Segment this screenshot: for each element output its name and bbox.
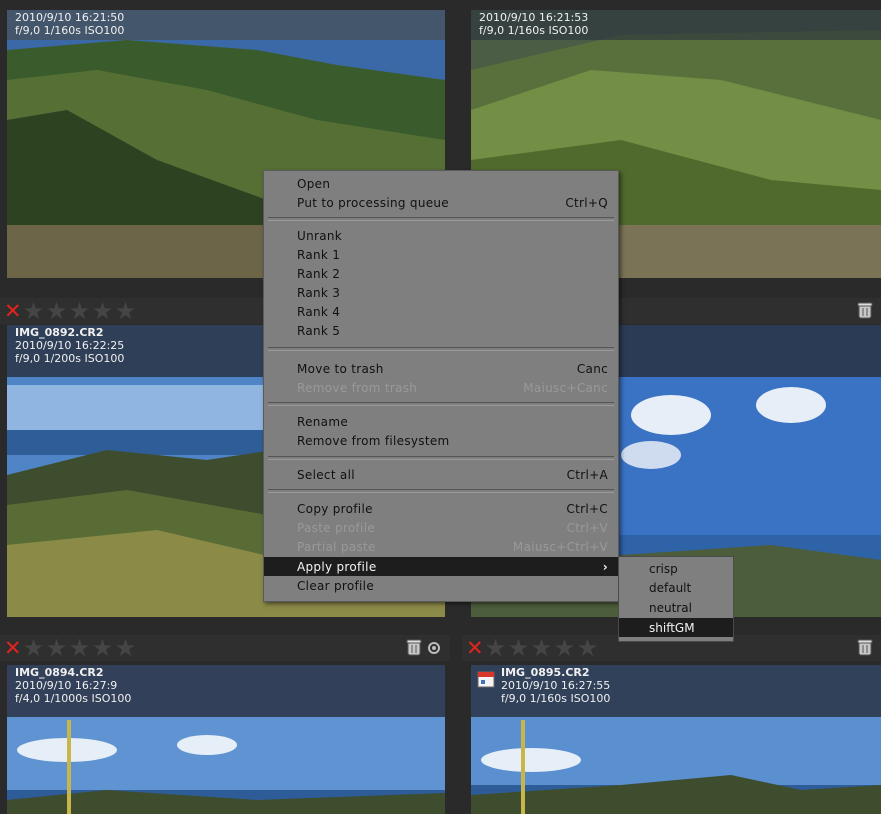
menu-separator [268, 456, 614, 460]
trash-icon[interactable] [857, 639, 873, 656]
star-icon[interactable]: ★ [91, 299, 114, 323]
rank-bar: ✕ ★ ★ ★ ★ ★ [0, 635, 450, 661]
apply-profile-submenu: crisp default neutral shiftGM [618, 556, 734, 642]
processing-gear-icon [428, 642, 440, 654]
submenu-arrow-icon: › [602, 559, 608, 574]
menu-separator [268, 402, 614, 406]
thumbnail-date: 2010/9/10 16:27:9 [15, 679, 118, 692]
thumbnail-filename: IMG_0894.CR2 [15, 666, 104, 679]
star-icon[interactable]: ★ [114, 636, 137, 660]
menu-item-rank-4[interactable]: Rank 4 [264, 302, 618, 321]
thumbnail-info: 2010/9/10 16:21:53 f/9,0 1/160s ISO100 [471, 10, 881, 40]
thumbnail-exif: f/4,0 1/1000s ISO100 [15, 692, 132, 705]
thumbnail-exif: f/9,0 1/160s ISO100 [479, 24, 589, 37]
thumbnail-6[interactable]: IMG_0895.CR2 2010/9/10 16:27:55 f/9,0 1/… [471, 665, 881, 814]
unrank-icon[interactable]: ✕ [466, 638, 484, 659]
star-icon[interactable]: ★ [22, 636, 45, 660]
menu-item-copy-profile[interactable]: Copy profile Ctrl+C [264, 499, 618, 518]
submenu-item-crisp[interactable]: crisp [619, 559, 733, 578]
star-icon[interactable]: ★ [114, 299, 137, 323]
menu-item-move-to-trash[interactable]: Move to trash Canc [264, 359, 618, 378]
menu-item-open[interactable]: Open [264, 174, 618, 193]
star-icon[interactable]: ★ [22, 299, 45, 323]
menu-item-apply-profile[interactable]: Apply profile › [264, 557, 618, 576]
thumbnail-info: IMG_0894.CR2 2010/9/10 16:27:9 f/4,0 1/1… [7, 665, 445, 717]
thumbnail-info: 2010/9/10 16:21:50 f/9,0 1/160s ISO100 [7, 10, 445, 40]
menu-item-paste-profile: Paste profile Ctrl+V [297, 520, 608, 535]
star-icon[interactable]: ★ [45, 299, 68, 323]
menu-item-unrank[interactable]: Unrank [264, 226, 618, 245]
menu-separator [268, 489, 614, 493]
thumbnail-exif: f/9,0 1/160s ISO100 [501, 692, 611, 705]
menu-item-rank-2[interactable]: Rank 2 [264, 264, 618, 283]
menu-separator [268, 217, 614, 221]
unrank-icon[interactable]: ✕ [4, 301, 22, 322]
menu-item-select-all[interactable]: Select all Ctrl+A [264, 465, 618, 484]
submenu-item-shiftgm[interactable]: shiftGM [619, 618, 733, 637]
star-icon[interactable]: ★ [91, 636, 114, 660]
menu-item-partial-paste: Partial paste Maiusc+Ctrl+V [297, 539, 608, 554]
menu-item-rank-5[interactable]: Rank 5 [264, 321, 618, 340]
menu-item-processing-queue[interactable]: Put to processing queue Ctrl+Q [264, 193, 618, 212]
star-icon[interactable]: ★ [68, 636, 91, 660]
star-icon[interactable]: ★ [68, 299, 91, 323]
thumbnail-filename: IMG_0895.CR2 [501, 666, 590, 679]
star-icon[interactable]: ★ [507, 636, 530, 660]
menu-item-rename[interactable]: Rename [264, 412, 618, 431]
star-icon[interactable]: ★ [530, 636, 553, 660]
submenu-item-neutral[interactable]: neutral [619, 598, 733, 617]
menu-item-rank-1[interactable]: Rank 1 [264, 245, 618, 264]
context-menu: Open Put to processing queue Ctrl+Q Unran… [263, 170, 619, 602]
menu-item-remove-from-filesystem[interactable]: Remove from filesystem [264, 431, 618, 450]
trash-icon[interactable] [857, 302, 873, 319]
menu-item-clear-profile[interactable]: Clear profile [264, 576, 618, 595]
star-icon[interactable]: ★ [576, 636, 599, 660]
thumbnail-5[interactable]: IMG_0894.CR2 2010/9/10 16:27:9 f/4,0 1/1… [7, 665, 445, 814]
thumbnail-info: IMG_0895.CR2 2010/9/10 16:27:55 f/9,0 1/… [471, 665, 881, 717]
submenu-item-default[interactable]: default [619, 578, 733, 597]
star-icon[interactable]: ★ [484, 636, 507, 660]
calendar-icon [477, 671, 495, 688]
menu-item-remove-from-trash: Remove from trash Maiusc+Canc [297, 380, 608, 395]
star-icon[interactable]: ★ [553, 636, 576, 660]
thumbnail-exif: f/9,0 1/160s ISO100 [15, 24, 125, 37]
thumbnail-date: 2010/9/10 16:21:53 [479, 11, 589, 24]
thumbnail-date: 2010/9/10 16:27:55 [501, 679, 611, 692]
thumbnail-date: 2010/9/10 16:21:50 [15, 11, 125, 24]
trash-icon[interactable] [406, 639, 422, 656]
star-icon[interactable]: ★ [45, 636, 68, 660]
menu-separator [268, 347, 614, 351]
unrank-icon[interactable]: ✕ [4, 638, 22, 659]
menu-item-rank-3[interactable]: Rank 3 [264, 283, 618, 302]
